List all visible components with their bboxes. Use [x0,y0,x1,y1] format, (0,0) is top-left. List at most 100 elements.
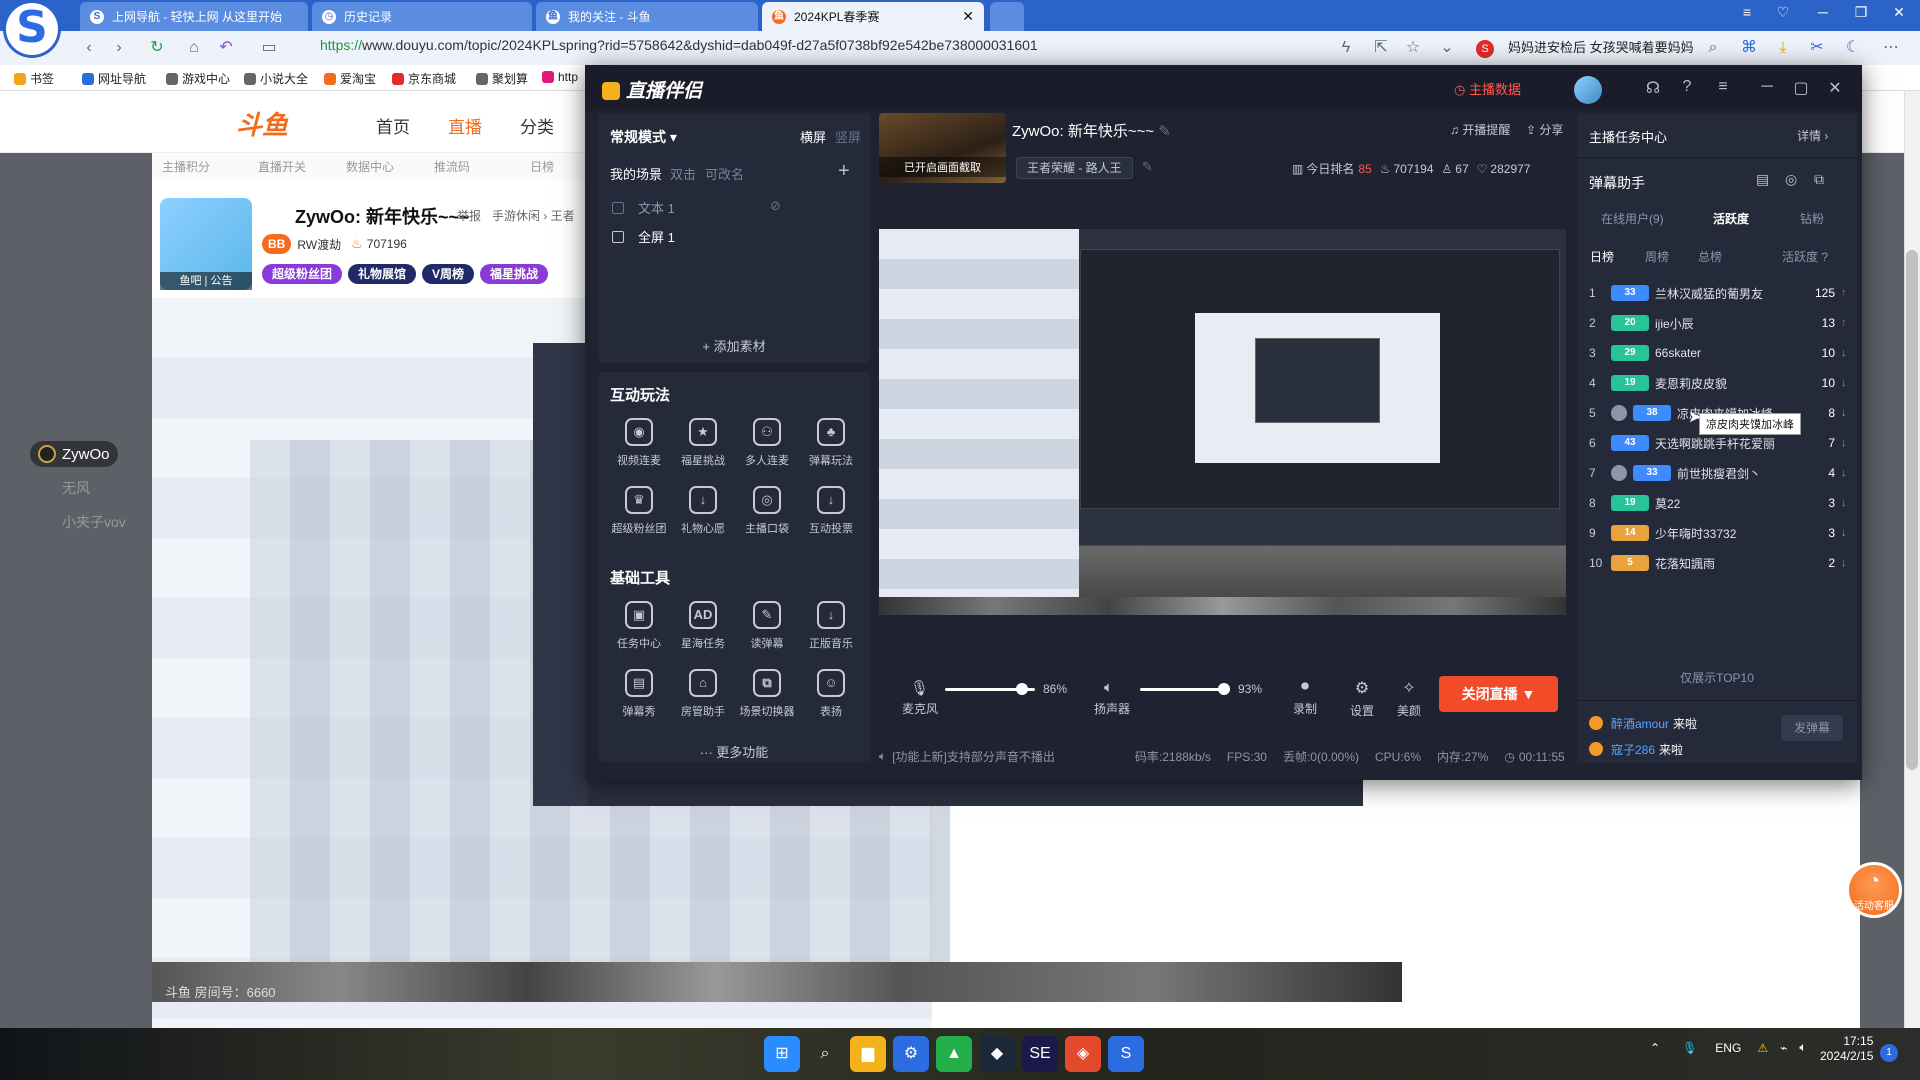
rank-user-name[interactable]: 少年嗨时33732 [1655,525,1805,542]
search-icon[interactable]: ⌕ [1702,37,1724,59]
edit-icon[interactable]: ✎ [1142,159,1153,175]
category-selector[interactable]: 王者荣耀 - 路人王 [1016,157,1133,179]
tab-nav[interactable]: S 上网导航 - 轻快上网 从这里开始 [80,2,308,31]
badge-vweek[interactable]: V周榜 [422,264,475,284]
refresh-icon[interactable]: ↻ [146,37,168,59]
share-icon[interactable]: ⇱ [1370,37,1392,59]
user-avatar[interactable] [1574,76,1602,104]
status-notice[interactable]: [功能上新]支持部分声音不播出 [892,748,1055,765]
strip-item[interactable]: 推流码 [434,158,470,175]
close-icon[interactable]: ✕ [1884,4,1914,21]
speaker-volume-slider[interactable] [1140,688,1230,691]
badge-lucky[interactable]: 福星挑战 [480,264,549,284]
maximize-icon[interactable]: ▢ [1790,78,1812,98]
side-user-faded[interactable]: 小夹子vov [62,512,126,532]
taskbar-clock[interactable]: 17:15 2024/2/15 [1820,1034,1873,1064]
tab-kpl[interactable]: 鱼 2024KPL春季赛 ✕ [762,2,984,31]
share-button[interactable]: ⇪ 分享 [1526,121,1563,138]
bookmark-item[interactable]: 小说大全 [244,70,308,87]
edit-icon[interactable]: ✎ [1158,123,1171,140]
chevron-down-icon[interactable]: ⌄ [1436,37,1458,59]
menu-icon[interactable]: ≡ [1712,78,1734,96]
eye-hidden-icon[interactable]: ⊘ [770,198,781,214]
notification-icon[interactable]: 1 [1880,1044,1898,1062]
file-explorer-icon[interactable]: ▆ [850,1036,886,1072]
rank-user-name[interactable]: 兰林汉威猛的葡男友 [1655,285,1805,302]
bookmark-item[interactable]: 爱淘宝 [324,70,376,87]
task-detail-link[interactable]: 详情 › [1797,127,1828,144]
start-icon[interactable]: ⊞ [764,1036,800,1072]
tool-danmu-show[interactable]: ▤ 弹幕秀 [608,669,670,719]
strip-item[interactable]: 日榜 [530,158,554,175]
rank-user-name[interactable]: 花落知諷雨 [1655,555,1805,572]
settings-icon[interactable]: ◎ [1785,171,1797,188]
tool-room-manager[interactable]: ⌂ 房管助手 [672,669,734,719]
add-material-button[interactable]: + 添加素材 [598,336,870,355]
rank-row[interactable]: 3 29 66skater 10 ↓ [1589,338,1851,368]
douyu-logo[interactable]: 斗鱼 [236,105,288,142]
source-fullscreen[interactable]: 全屏 1 [612,227,675,246]
tool-danmu-game[interactable]: ♣ 弹幕玩法 [800,418,862,468]
bookmark-item[interactable]: http [542,70,578,84]
minimize-icon[interactable]: ─ [1756,78,1778,96]
home-icon[interactable]: ⌂ [183,37,205,59]
list-icon[interactable]: ▤ [1756,171,1769,188]
tab-online-users[interactable]: 在线用户(9) [1601,210,1664,227]
rank-user-name[interactable]: ijie小辰 [1655,315,1805,332]
rank-user-name[interactable]: 前世挑瘦君剑丶 [1677,465,1805,482]
more-functions-button[interactable]: ··· 更多功能 [598,742,870,761]
rank-row[interactable]: 7 33 前世挑瘦君剑丶 4 ↓ [1589,458,1851,488]
skin-icon[interactable]: ♡ [1768,4,1798,21]
volume-icon[interactable]: 🔈︎ [1799,1040,1806,1055]
tool-smile[interactable]: ☺ 表扬 [800,669,862,719]
source-text[interactable]: 文本 1 [612,198,675,217]
rank-row[interactable]: 8 19 莫22 3 ↓ [1589,488,1851,518]
rank-row[interactable]: 10 5 花落知諷雨 2 ↓ [1589,548,1851,578]
tool-fan-club[interactable]: ♛ 超级粉丝团 [608,486,670,536]
tool-read-danmu[interactable]: ✎ 读弹幕 [736,601,798,651]
streamer-category[interactable]: 手游休闲 › 王者 [492,207,575,224]
tool-music[interactable]: ↓ 正版音乐 [800,601,862,651]
tool-multi-mic[interactable]: ⚇ 多人连麦 [736,418,798,468]
tab-follow[interactable]: 鱼 我的关注 - 斗鱼 [536,2,758,31]
search-icon[interactable]: ⌕ [807,1036,843,1072]
tab-close-icon[interactable]: ✕ [962,8,974,25]
back-icon[interactable]: ‹ [78,37,100,59]
mic-icon[interactable]: 🎙︎ [910,679,929,697]
popout-icon[interactable]: ⧉ [1814,171,1824,188]
download-icon[interactable]: ⤓ [1772,37,1794,59]
tool-mic-link[interactable]: ◉ 视频连麦 [608,418,670,468]
rank-user-name[interactable]: 麦恩莉皮皮貌 [1655,375,1805,392]
scene-tab-mine[interactable]: 我的场景 [610,164,662,183]
rank-tab-activity[interactable]: 活跃度 ? [1782,248,1828,265]
rank-user-name[interactable]: 66skater [1655,346,1805,360]
ime-indicator[interactable]: ENG [1715,1041,1741,1055]
tools-icon[interactable]: ✂ [1806,37,1828,59]
side-user-zywoo[interactable]: ZywOo [30,441,118,467]
tool-gift-wish[interactable]: ↓ 礼物心愿 [672,486,734,536]
browser-icon[interactable]: S [1108,1036,1144,1072]
minimize-icon[interactable]: ─ [1808,4,1838,20]
report-link[interactable]: 举报 [457,207,481,224]
rank-tab-week[interactable]: 周榜 [1645,248,1669,265]
undo-icon[interactable]: ↶ [215,37,237,59]
tab-diamond-fans[interactable]: 钻粉 [1800,210,1824,227]
chat-user[interactable]: 寇子286 [1611,741,1655,758]
open-remind-button[interactable]: ♫ 开播提醒 [1450,121,1510,138]
rank-user-name[interactable]: 莫22 [1655,495,1805,512]
bookmark-item[interactable]: 聚划算 [476,70,528,87]
speaker-icon[interactable]: 🔈︎ [1104,679,1113,696]
beauty-button[interactable]: ✧ 美颜 [1397,678,1421,719]
strip-item[interactable]: 直播开关 [258,158,306,175]
record-button[interactable]: ⏺ 录制 [1293,678,1317,717]
orient-landscape-tab[interactable]: 横屏 [800,127,826,146]
side-user-faded[interactable]: 无风 [62,478,90,498]
send-danmu-button[interactable]: 发弹幕 [1781,715,1843,741]
theme-icon[interactable]: ☾ [1842,37,1864,59]
tool-vote[interactable]: ↓ 互动投票 [800,486,862,536]
settings-icon[interactable]: ⚙ [893,1036,929,1072]
add-scene-icon[interactable]: + [838,160,850,183]
strip-item[interactable]: 主播积分 [162,158,210,175]
stop-live-button[interactable]: 关闭直播 ▼ [1439,676,1558,712]
tool-pocket[interactable]: ◎ 主播口袋 [736,486,798,536]
